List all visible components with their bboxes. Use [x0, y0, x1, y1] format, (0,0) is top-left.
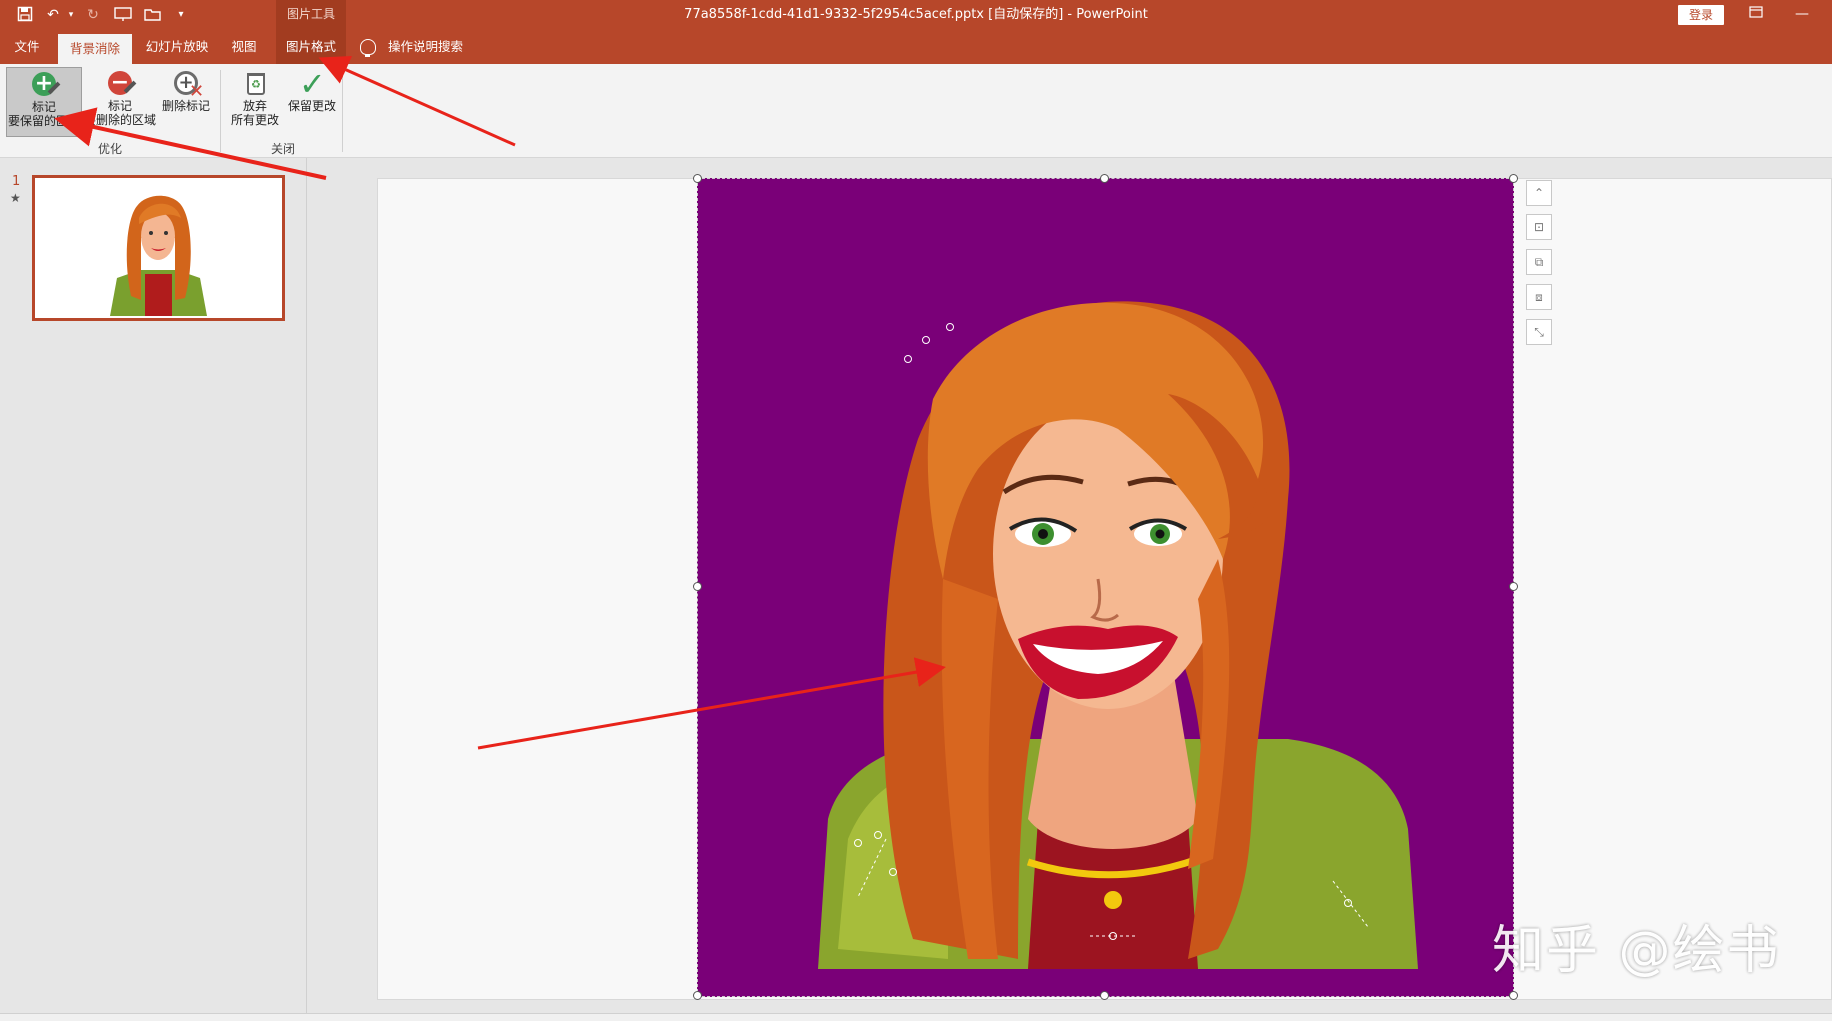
resize-handle-bottom[interactable] — [1100, 991, 1109, 1000]
mark-remove-icon: − — [105, 69, 137, 99]
layout-icon[interactable]: ⊡ — [1526, 214, 1552, 240]
mark-areas-to-keep-button[interactable]: + 标记 要保留的区域 — [6, 67, 82, 137]
slide-number: 1 — [12, 174, 21, 189]
resize-handle-top-left[interactable] — [693, 174, 702, 183]
tab-file[interactable]: 文件 — [6, 30, 48, 64]
group-label-close: 关闭 — [270, 142, 295, 156]
discard-icon: ♻ — [240, 69, 270, 99]
slide-thumbnail[interactable] — [32, 175, 285, 321]
status-bar — [0, 1013, 1832, 1021]
resize-handle-right[interactable] — [1509, 582, 1518, 591]
window-title: 77a8558f-1cdd-41d1-9332-5f2954c5acef.ppt… — [684, 7, 1148, 22]
group-divider — [342, 70, 343, 152]
send-backward-icon[interactable]: ⧈ — [1526, 284, 1552, 310]
login-button[interactable]: 登录 — [1678, 5, 1724, 25]
ribbon-tabs: 文件 背景消除 幻灯片放映 视图 图片格式 操作说明搜索 — [0, 30, 1832, 64]
minimize-icon[interactable]: — — [1792, 4, 1812, 24]
mark-keep-icon: + — [29, 70, 61, 100]
mark-areas-to-remove-button[interactable]: − 标记 要删除的区域 — [84, 67, 156, 137]
portrait-image — [818, 301, 1418, 969]
delete-mark-icon: + ✕ — [171, 69, 204, 102]
group-divider — [220, 70, 221, 152]
animation-star-icon: ★ — [10, 191, 21, 205]
discard-all-changes-button[interactable]: ♻ 放弃 所有更改 — [226, 67, 284, 137]
tab-picture-format[interactable]: 图片格式 — [276, 30, 346, 64]
ribbon: + 标记 要保留的区域 − 标记 要删除的区域 + ✕ 删除标记 优化 ♻ 放弃 … — [0, 64, 1832, 158]
watermark-text: 知乎 @绘书 — [1492, 921, 1781, 981]
ribbon-display-options-icon[interactable] — [1746, 5, 1766, 25]
title-bar: ↶ ▾ ↻ ▾ 图片工具 77a8558f-1cdd-41d1-9332-5f2… — [0, 0, 1832, 64]
resize-handle-bottom-left[interactable] — [693, 991, 702, 1000]
thumbnail-portrait-image — [110, 195, 207, 316]
resize-handle-bottom-right[interactable] — [1509, 991, 1518, 1000]
delete-mark-button[interactable]: + ✕ 删除标记 — [158, 67, 214, 137]
tab-view[interactable]: 视图 — [222, 30, 266, 64]
resize-handle-left[interactable] — [693, 582, 702, 591]
bring-forward-icon[interactable]: ⧉ — [1526, 249, 1552, 275]
keep-changes-icon: ✓ — [299, 65, 326, 103]
collapse-icon[interactable]: ⌃ — [1526, 180, 1552, 206]
resize-handle-top-right[interactable] — [1509, 174, 1518, 183]
slides-pane: 1 ★ — [0, 158, 307, 1021]
resize-handle-top[interactable] — [1100, 174, 1109, 183]
tab-slideshow[interactable]: 幻灯片放映 — [140, 30, 214, 64]
resize-icon[interactable]: ⤡ — [1526, 319, 1552, 345]
group-label-refine: 优化 — [97, 142, 122, 156]
selected-picture[interactable] — [697, 178, 1514, 997]
lightbulb-icon — [360, 39, 376, 57]
keep-changes-button[interactable]: ✓ 保留更改 — [284, 65, 340, 137]
tell-me-search[interactable]: 操作说明搜索 — [388, 30, 463, 64]
tab-background-removal[interactable]: 背景消除 — [58, 34, 132, 64]
